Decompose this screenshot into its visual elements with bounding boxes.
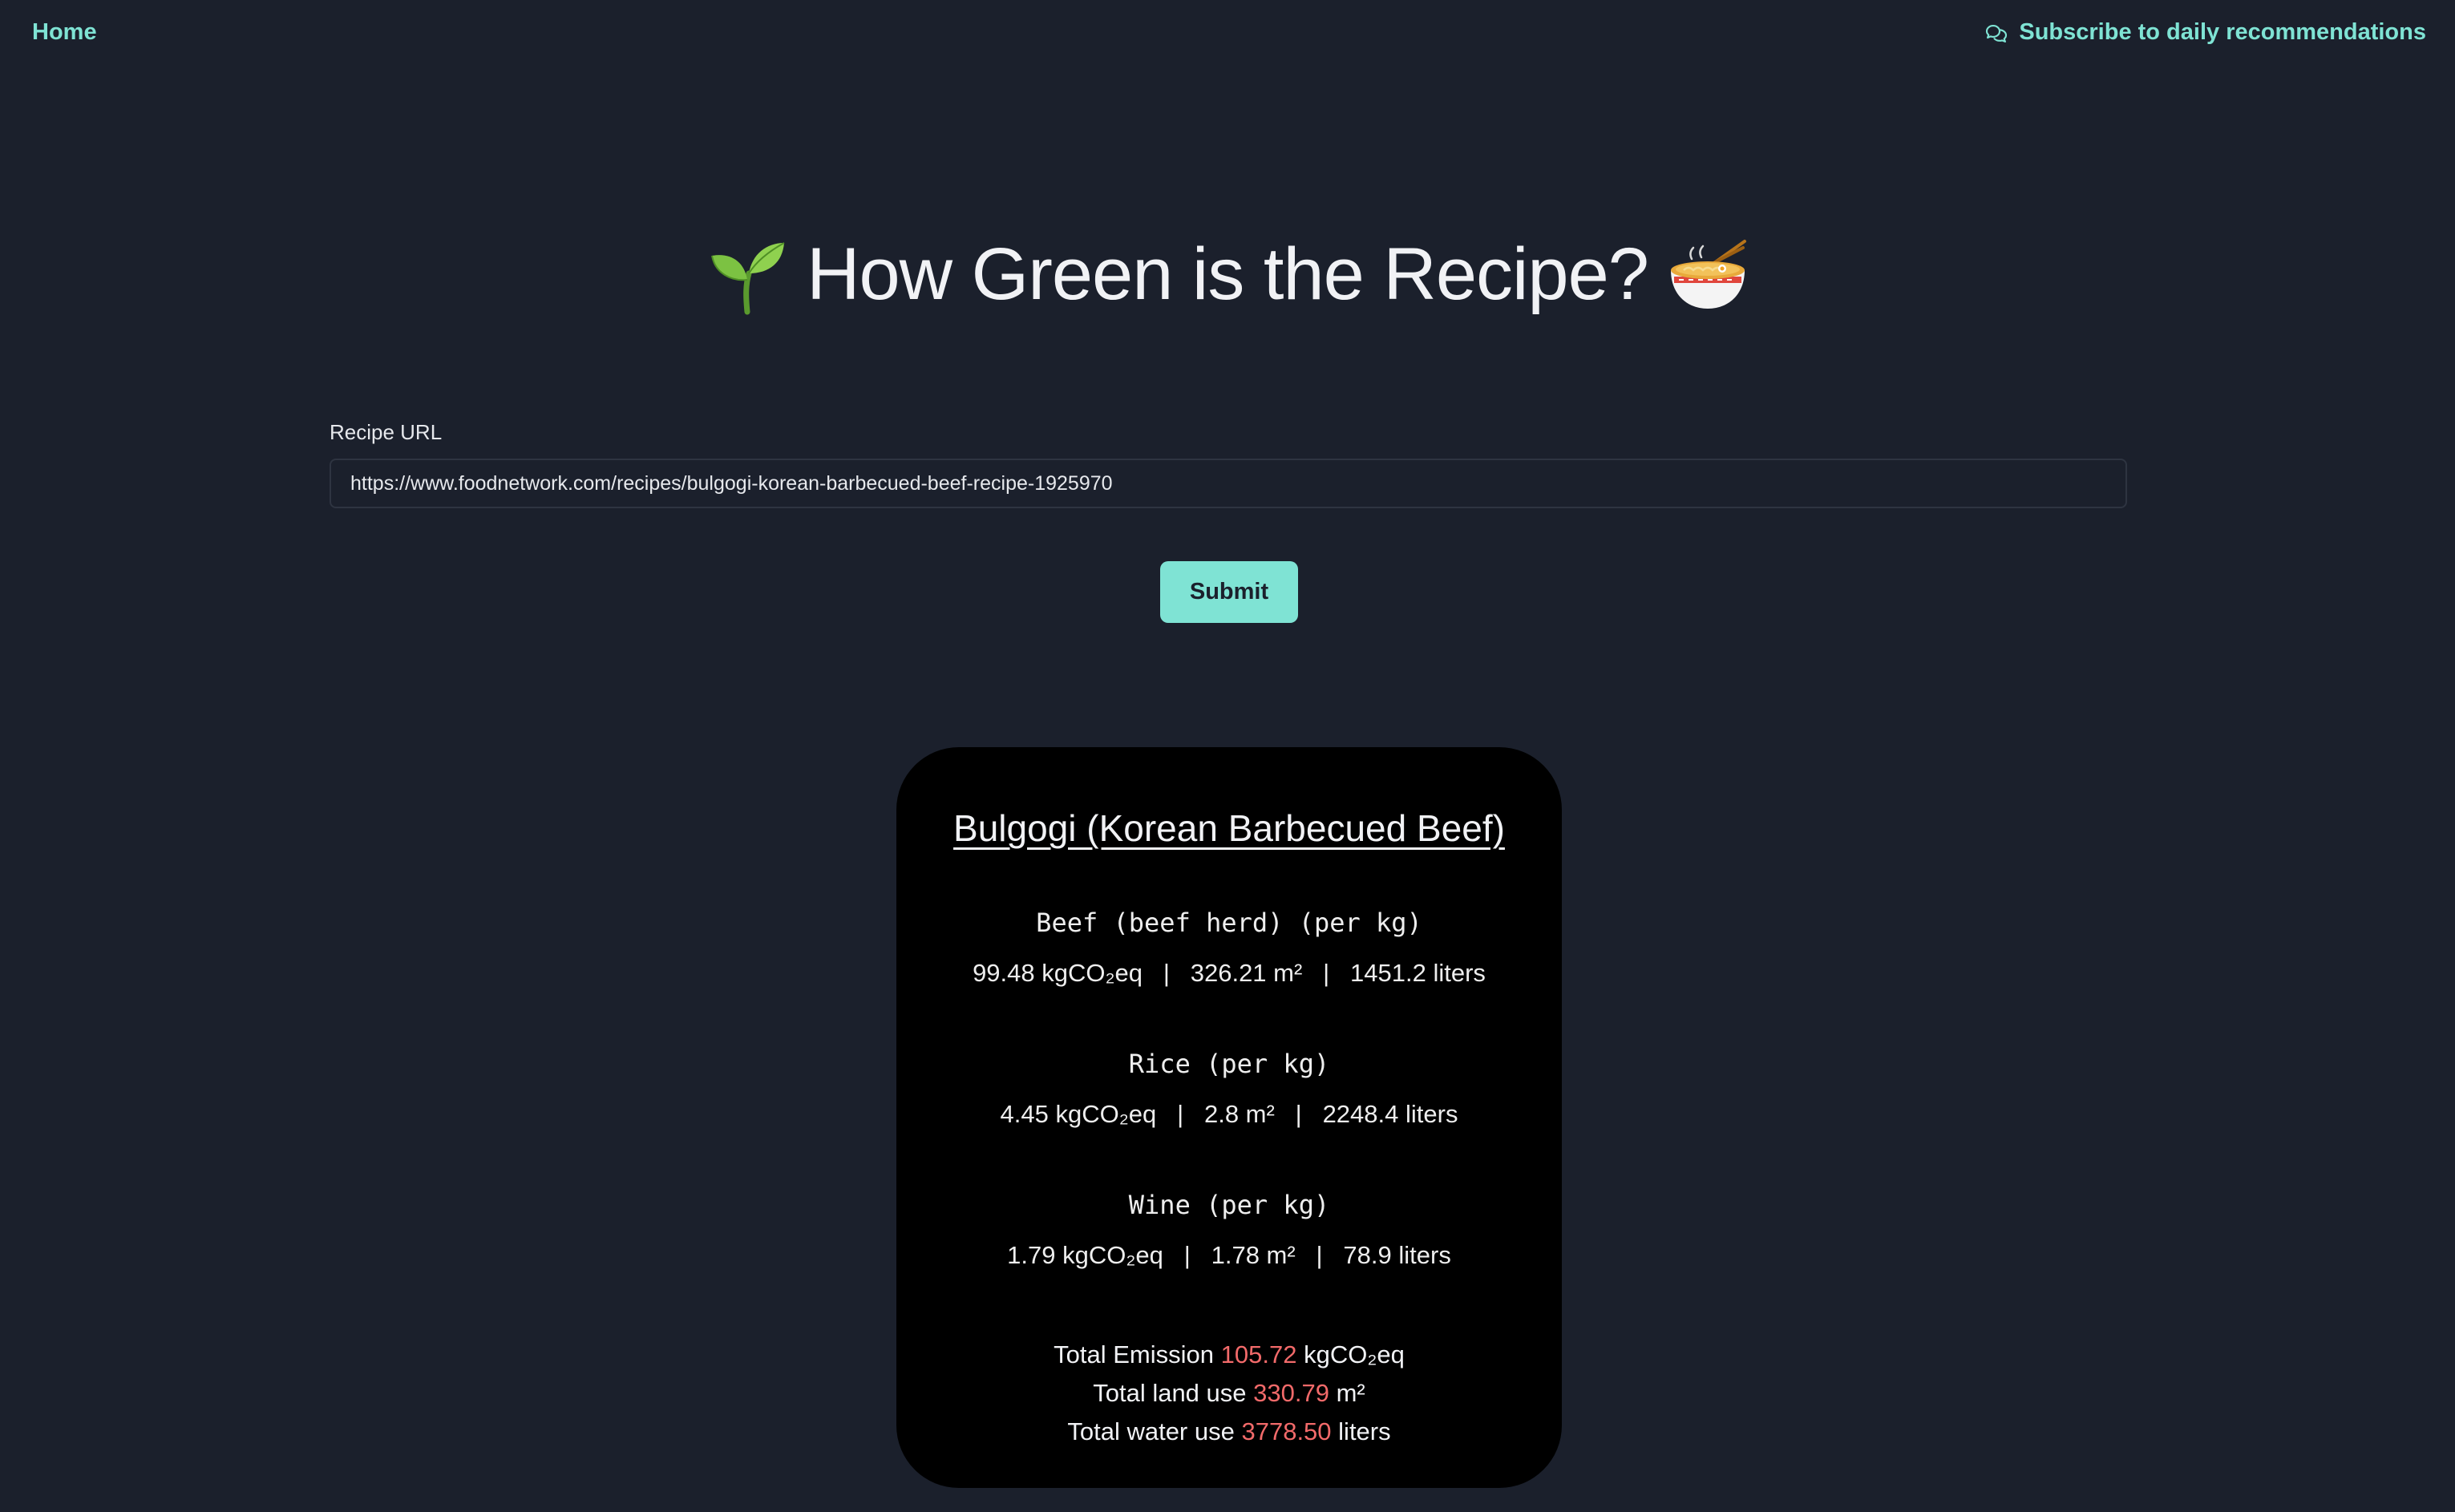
home-link[interactable]: Home (32, 19, 97, 46)
total-emission-unit: kgCO₂eq (1304, 1340, 1405, 1368)
ingredient-stats: 99.48 kgCO₂eq | 326.21 m² | 1451.2 liter… (973, 959, 1486, 987)
recipe-url-label: Recipe URL (330, 420, 443, 444)
total-land-value: 330.79 (1253, 1379, 1329, 1407)
result-card: Bulgogi (Korean Barbecued Beef) Beef (be… (896, 747, 1562, 1488)
ingredient-name: Rice (per kg) (1128, 1049, 1330, 1079)
total-emission-value: 105.72 (1220, 1340, 1297, 1368)
ingredient-stats: 1.79 kgCO₂eq | 1.78 m² | 78.9 liters (1007, 1241, 1451, 1269)
ingredient-name: Beef (beef herd) (per kg) (1036, 908, 1422, 938)
seedling-icon (711, 241, 785, 314)
noodle-bowl-icon (1670, 239, 1746, 309)
list-item: Beef (beef herd) (per kg) 99.48 kgCO₂eq … (896, 908, 1562, 988)
page-title: How Green is the Recipe? (807, 233, 1649, 315)
ingredient-name: Wine (per kg) (1128, 1190, 1330, 1220)
total-water-use: Total water use 3778.50 liters (896, 1413, 1562, 1451)
total-water-unit: liters (1338, 1417, 1391, 1445)
top-nav: Home Subscribe to daily recommendations (0, 0, 2455, 72)
recipe-url-input[interactable] (330, 459, 2127, 508)
ingredient-list: Beef (beef herd) (per kg) 99.48 kgCO₂eq … (896, 908, 1562, 1270)
submit-button[interactable]: Submit (1160, 561, 1298, 623)
ingredient-stats: 4.45 kgCO₂eq | 2.8 m² | 2248.4 liters (1000, 1100, 1458, 1128)
total-land-use: Total land use 330.79 m² (896, 1374, 1562, 1413)
totals: Total Emission 105.72 kgCO₂eq Total land… (896, 1336, 1562, 1451)
recipe-name: Bulgogi (Korean Barbecued Beef) (953, 807, 1505, 849)
total-emission-label: Total Emission (1054, 1340, 1214, 1368)
total-emission: Total Emission 105.72 kgCO₂eq (896, 1336, 1562, 1374)
total-land-unit: m² (1336, 1379, 1365, 1407)
total-water-value: 3778.50 (1241, 1417, 1332, 1445)
subscribe-label: Subscribe to daily recommendations (2019, 19, 2426, 45)
page-header: How Green is the Recipe? (0, 232, 2455, 317)
total-water-label: Total water use (1067, 1417, 1235, 1445)
list-item: Rice (per kg) 4.45 kgCO₂eq | 2.8 m² | 22… (896, 1049, 1562, 1129)
list-item: Wine (per kg) 1.79 kgCO₂eq | 1.78 m² | 7… (896, 1190, 1562, 1270)
total-land-label: Total land use (1093, 1379, 1247, 1407)
chat-bubbles-icon (1986, 24, 2008, 42)
subscribe-link[interactable]: Subscribe to daily recommendations (1984, 19, 2426, 46)
